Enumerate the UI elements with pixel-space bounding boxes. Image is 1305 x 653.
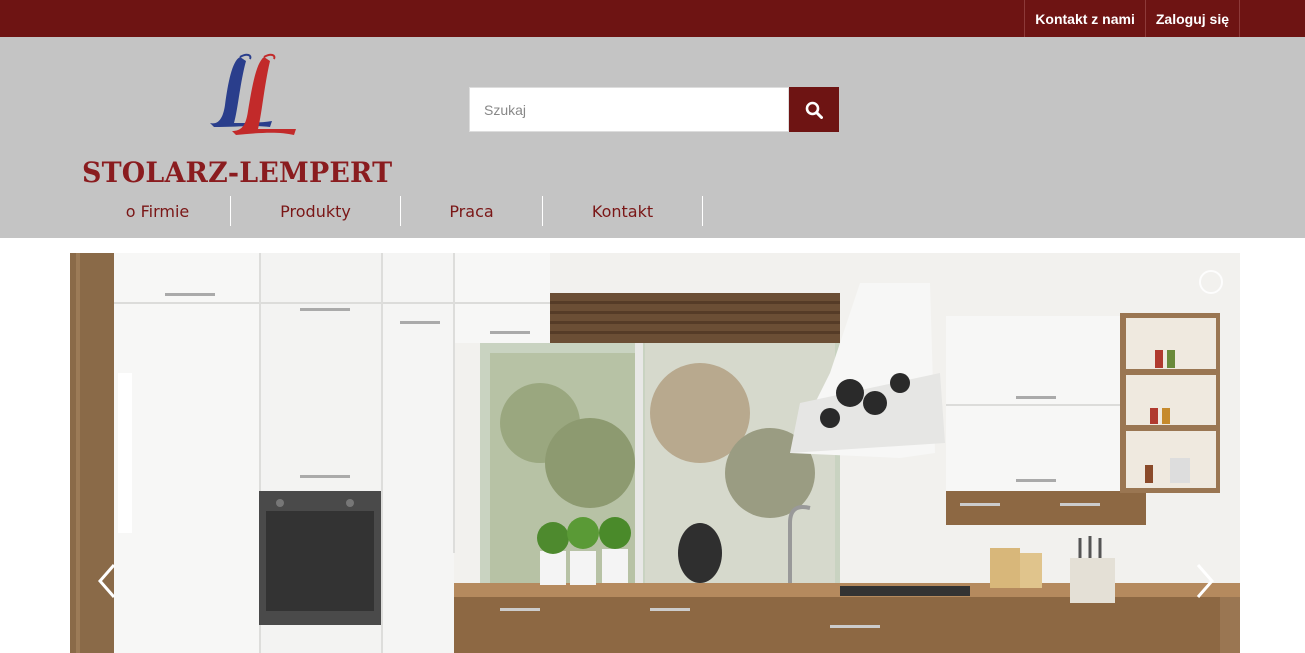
- search-icon: [805, 101, 823, 119]
- chevron-left-icon: [98, 564, 116, 598]
- site-header: STOLARZ-LEMPERT o Firmie Produkty Praca …: [0, 37, 1305, 238]
- contact-link[interactable]: Kontakt z nami: [1024, 0, 1145, 37]
- hero-slider: [70, 253, 1240, 653]
- search-input[interactable]: [469, 87, 789, 132]
- nav-item-kontakt[interactable]: Kontakt: [543, 196, 703, 226]
- slider-prev-button[interactable]: [92, 561, 122, 601]
- nav-item-produkty[interactable]: Produkty: [231, 196, 401, 226]
- chevron-right-icon: [1196, 564, 1214, 598]
- logo-text: STOLARZ-LEMPERT: [82, 156, 393, 189]
- main-nav: o Firmie Produkty Praca Kontakt: [85, 196, 703, 226]
- login-link[interactable]: Zaloguj się: [1144, 0, 1240, 37]
- search-form: [469, 87, 839, 132]
- top-bar: Kontakt z nami Zaloguj się: [0, 0, 1305, 37]
- logo-monogram: [210, 53, 296, 135]
- logo[interactable]: STOLARZ-LEMPERT: [82, 53, 422, 189]
- top-links: Kontakt z nami Zaloguj się: [1024, 0, 1240, 37]
- search-button[interactable]: [789, 87, 839, 132]
- slide-image-kitchen: [70, 253, 1240, 653]
- slider-next-button[interactable]: [1190, 561, 1220, 601]
- loading-spinner-icon: [1199, 270, 1223, 294]
- nav-item-praca[interactable]: Praca: [401, 196, 543, 226]
- nav-item-o-firmie[interactable]: o Firmie: [85, 196, 231, 226]
